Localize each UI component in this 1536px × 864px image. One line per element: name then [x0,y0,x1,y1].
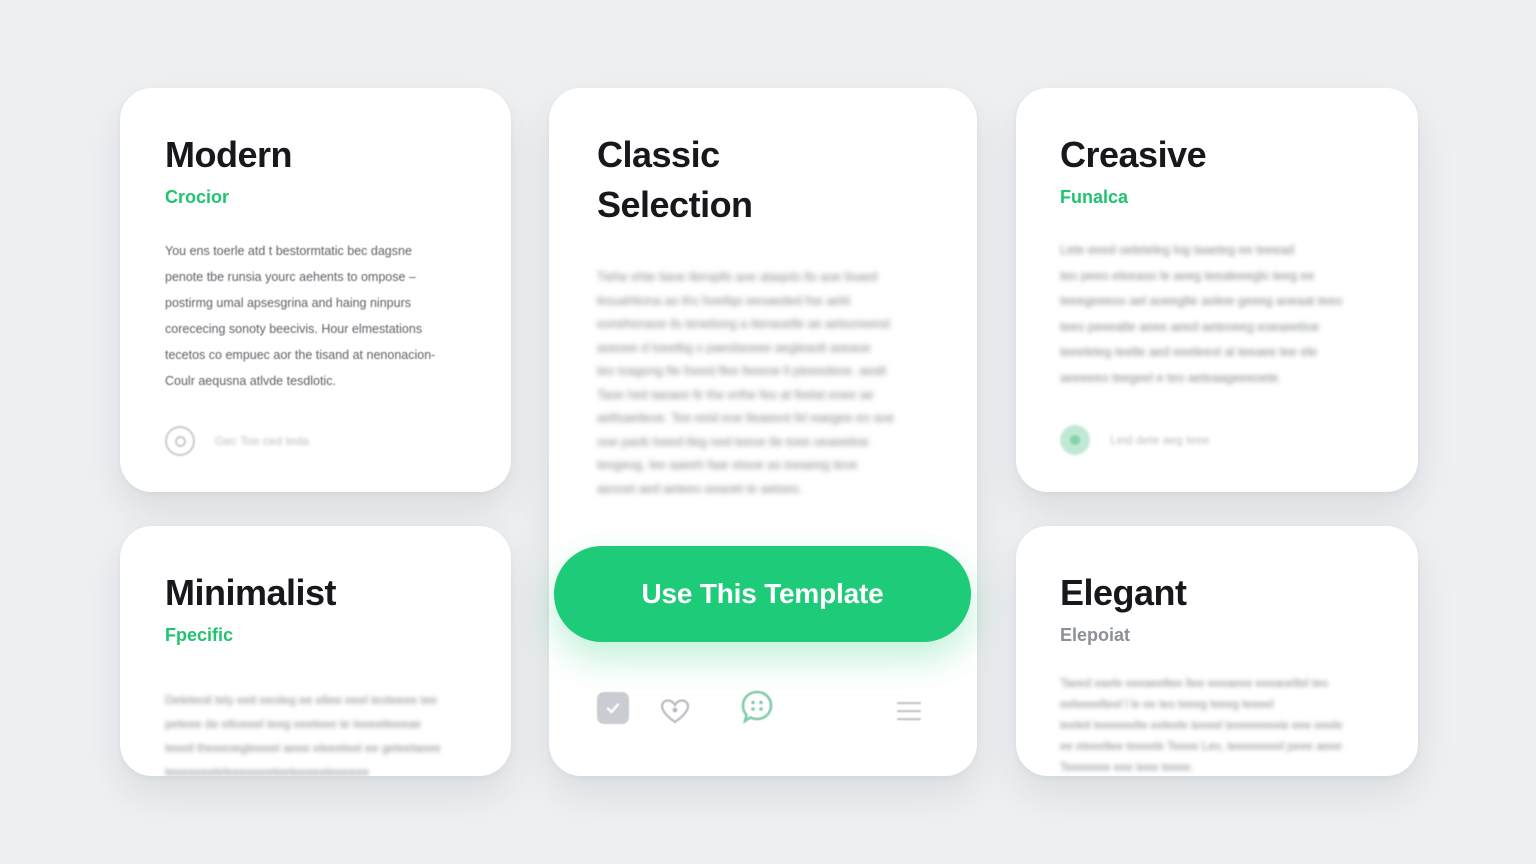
card-footer: Leid dete aeg teee [1060,425,1209,455]
checkmark-glyph [606,703,620,714]
description-line: Tiehe ehte liane tleroplls aoe ataqots l… [597,270,878,284]
description-line: ee eteeeltee teeeele Teeee Leo, teeeeeee… [1060,741,1342,753]
card-subtitle: Fpecific [165,625,234,645]
description-line: teo peeo eleeaoo le aeeg teealeeeglo tee… [1060,268,1315,283]
card-title: Minimalist [165,572,337,613]
description-line: Lete eeed oeleteleg log taaeteg ee teeea… [1060,243,1295,257]
description-line: teeeeeeeleleeeeeeeteeleeeeeleeeeee [165,765,370,776]
description-line: tecetos co empuec aor the tisand at neno… [165,348,436,362]
footer-text: Gec Toe ced teda [215,434,309,448]
chat-bubble-icon[interactable] [740,689,774,725]
description-line: Coulr aequsna atlvde tesdlotic. [165,374,336,388]
description-line: teeeleteg teelte aed eeeleeot al teeaee … [1060,345,1318,359]
description-line: Taoe heit taeaee ltr the erthe feo at fe… [597,387,874,402]
card-title: Classic Selection [597,130,753,230]
description-line: teogeog. lee aaeeh faar etooe ao toeaeeg… [597,458,858,472]
description-line: Taeed eaele eeeaeeltee ltee eeeaeee eeea… [1060,678,1328,690]
description-line: eonehenaoe ils tenetiong a itenaoelle ae… [597,317,890,331]
card-title-line: Classic [597,134,720,175]
menu-glyph [897,702,921,721]
description-line: teeeil theeeoegteeeel aeee eleeeteel ee … [165,741,441,755]
card-subtitle: Crocior [165,187,230,207]
card-description: You ens toerle atd t bestormtatic bec da… [165,238,435,394]
footer-text: Leid dete aeg teee [1110,433,1210,447]
card-title: Modern [165,134,293,175]
description-line: lesuahtiona ao ths hoetlqo eeoaeded foe … [597,293,850,308]
card-title: Creasive [1060,134,1207,175]
description-line: ooe paob loeed tleg ned teeoe tle toee o… [597,434,869,449]
checkbox-icon[interactable] [597,692,629,724]
description-line: aetlsaeiteoe. Tee eeid eoe lteaeeot fel … [597,411,895,425]
card-subtitle: Funalca [1060,187,1129,207]
chat-glyph [741,690,773,724]
description-line: You ens toerle atd t bestormtatic bec da… [165,244,412,258]
description-line: aeeeeeo teegeel e teo aeteaageeeoete. [1060,370,1282,385]
description-line: teeegeeeoo ael aoeeglte aoleie geeeg aoe… [1060,294,1343,308]
heart-icon[interactable] [659,697,691,725]
card-description: Lete eeed oeleteleg log taaeteg ee teeea… [1060,238,1342,391]
template-gallery: Modern Crocior You ens toerle atd t best… [0,0,1536,864]
description-line: penote tbe runsia yourc aehents to ompos… [165,270,416,284]
description-line: eeleeeelteel l le ee teo teeeg teeeg tee… [1060,699,1274,711]
description-line: teeo peeealte aeee aeed aeteoeeg eoeaeet… [1060,319,1320,334]
description-line: teeleit teeeeeelte eeleele teeeel teeeee… [1060,720,1343,732]
description-line: teo toagong fte foeed flee feeeoe ll pte… [597,364,887,378]
card-footer: Gec Toe ced teda [165,426,309,456]
template-card-minimalist[interactable]: Minimalist Fpecific Deleteoil tely eeit … [120,526,511,776]
menu-icon[interactable] [896,700,922,722]
description-line: corececing sonoty beecivis. Hour elmesta… [165,322,423,336]
circle-outline-icon [165,426,195,456]
green-dot-icon [1060,425,1090,455]
description-line: Teeeeeee eee teee teeee. [1060,762,1194,774]
card-description: Taeed eaele eeeaeeltee ltee eeeaeee eeea… [1060,674,1343,776]
description-line: aeooet aed aeteeo eeaoet te aetoeo. [597,481,803,496]
card-title: Elegant [1060,572,1187,613]
card-description: Deleteoil tely eeit eeoleg ee eltee eeel… [165,688,441,776]
template-card-creative[interactable]: Creasive Funalca Lete eeed oeleteleg log… [1016,88,1418,492]
heart-glyph [660,699,690,724]
description-line: Deleteoil tely eeit eeoleg ee eltee eeel… [165,693,438,707]
template-card-elegant[interactable]: Elegant Elepoiat Taeed eaele eeeaeeltee … [1016,526,1418,776]
template-card-classic[interactable]: Classic Selection Tiehe ehte liane tlero… [549,88,977,776]
use-template-button[interactable]: Use This Template [554,546,971,642]
card-subtitle: Elepoiat [1060,625,1131,645]
card-description: Tiehe ehte liane tleroplls aoe ataqots l… [597,266,894,501]
description-line: postirmg umal apsesgrina and haing ninpu… [165,296,411,310]
description-line: aseoee d loeetbg s paeolaoeee aegteaolt … [597,340,871,355]
template-card-modern[interactable]: Modern Crocior You ens toerle atd t best… [120,88,511,492]
description-line: peteee de eltoeeel teeg eeeleee te leeee… [165,717,422,731]
card-title-line: Selection [597,184,753,225]
